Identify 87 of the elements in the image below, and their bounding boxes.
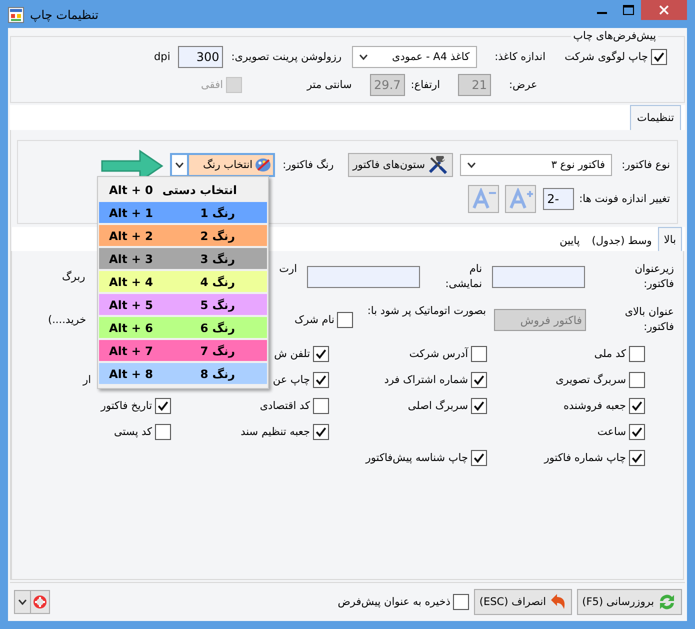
- checkbox[interactable]: [629, 346, 645, 362]
- checkbox[interactable]: [313, 398, 329, 414]
- field-label: ربرگ: [62, 271, 86, 283]
- checkbox-label: چاپ شناسه پیش‌فاکتور: [366, 452, 468, 464]
- close-button[interactable]: [641, 0, 687, 20]
- tab[interactable]: تنظیمات: [630, 105, 681, 130]
- checkbox-label: آدرس شرکت: [409, 348, 468, 360]
- minimize-icon: [597, 12, 607, 14]
- font-increase-icon: [508, 188, 534, 210]
- checkbox[interactable]: [629, 372, 645, 388]
- checkbox-label: ار: [83, 374, 91, 386]
- paper-size-dropdown[interactable]: کاغذ A4 - عمودی: [352, 46, 477, 68]
- caret-icon: [18, 599, 27, 605]
- refresh-button[interactable]: بروزرسانی (F5): [577, 589, 682, 615]
- checkbox[interactable]: [651, 49, 667, 65]
- invoice-columns-button[interactable]: ستون‌های فاکتور: [348, 153, 453, 177]
- group-title: پیش‌فرض‌های چاپ: [572, 30, 657, 42]
- invoice-type-dropdown[interactable]: فاکتور نوع ۳: [460, 154, 612, 176]
- field-label: نوع فاکتور:: [624, 159, 670, 171]
- window-title: تنظیمات چاپ: [30, 8, 99, 22]
- checkbox[interactable]: [155, 398, 171, 414]
- close-icon: [659, 5, 669, 15]
- caret-icon: [467, 162, 476, 168]
- lifebuoy-icon: [33, 595, 47, 609]
- checkbox-label: جعبه تنظیم سند: [240, 426, 310, 438]
- checkbox-label: کد ملی: [594, 348, 626, 360]
- cancel-button[interactable]: انصراف (ESC): [474, 589, 572, 615]
- field-label: اندازه کاغذ:: [494, 51, 546, 63]
- checkbox[interactable]: [629, 424, 645, 440]
- help-dropdown[interactable]: [14, 590, 50, 614]
- checkbox-label: چاپ عن: [272, 374, 310, 386]
- checkbox[interactable]: [471, 450, 487, 466]
- field-label: نام نمایشی:: [444, 262, 482, 292]
- checkbox-label: چاپ لوگوی شرکت: [564, 51, 648, 63]
- tab[interactable]: پایین: [554, 230, 586, 251]
- checkbox[interactable]: [313, 372, 329, 388]
- checkbox[interactable]: [313, 424, 329, 440]
- unit-label: dpi: [154, 51, 170, 63]
- font-decrease-icon: [470, 188, 497, 210]
- field-label: خرید....): [48, 314, 86, 326]
- checkbox-label: سربرگ اصلی: [408, 400, 468, 412]
- checkbox-label: تاریخ فاکتور: [100, 400, 152, 412]
- field-label: عرض:: [509, 79, 538, 91]
- checkbox-label: کد اقتصادی: [260, 400, 310, 412]
- checkbox-label: چاپ شماره فاکتور: [544, 452, 626, 464]
- field-label: رنگ فاکتور:: [282, 159, 334, 171]
- checkbox-label: کد پستی: [114, 426, 152, 438]
- subtitle-field[interactable]: [492, 266, 585, 288]
- checkbox-label: ساعت: [597, 426, 626, 438]
- checkbox[interactable]: [471, 398, 487, 414]
- checkbox-label: افقی: [201, 79, 223, 91]
- caret-icon: [174, 162, 184, 168]
- checkbox-label: نام شرک: [294, 314, 334, 326]
- resolution-field[interactable]: 300: [178, 46, 224, 68]
- field-label: ارتفاع:: [410, 79, 440, 91]
- field-label: زیرعنوان فاکتور:: [634, 262, 674, 292]
- checkbox[interactable]: [155, 424, 171, 440]
- checkbox[interactable]: [629, 450, 645, 466]
- field-label: رزولوشن پرینت تصویری:: [231, 51, 342, 63]
- checkbox[interactable]: [471, 346, 487, 362]
- field-label: ارت: [279, 263, 297, 275]
- field-label: بصورت اتوماتیک پر شود با:: [367, 305, 486, 317]
- refresh-icon: [657, 592, 677, 612]
- undo-icon: [549, 593, 568, 611]
- checkbox-label: سربرگ تصویری: [556, 374, 626, 386]
- checkbox-label: شماره اشتراک فرد: [384, 374, 468, 386]
- display-name-field[interactable]: [307, 266, 420, 288]
- checkbox[interactable]: [453, 594, 470, 610]
- color-dropdown[interactable]: انتخاب رنگ: [170, 153, 275, 177]
- tab[interactable]: وسط (جدول): [586, 230, 658, 251]
- checkbox-label: ذخیره به عنوان پیش‌فرض: [338, 596, 450, 608]
- maximize-icon: [622, 5, 634, 15]
- checkbox-label: تلفن ش: [274, 348, 310, 360]
- checkbox[interactable]: [629, 398, 645, 414]
- unit-label: سانتی متر: [307, 79, 352, 91]
- field-label: عنوان بالای فاکتور:: [624, 305, 674, 335]
- checkbox-label: جعبه فروشنده: [563, 400, 626, 412]
- checkbox[interactable]: [337, 312, 354, 328]
- palette-icon: [254, 158, 271, 172]
- app-icon: [8, 7, 24, 23]
- field-label: تغییر اندازه فونت ها:: [579, 193, 670, 205]
- caret-icon: [358, 54, 368, 60]
- font-size-field[interactable]: -2: [543, 188, 574, 210]
- tools-icon: [428, 156, 448, 174]
- checkbox[interactable]: [313, 346, 329, 362]
- checkbox[interactable]: [471, 372, 487, 388]
- tab[interactable]: بالا: [658, 227, 682, 251]
